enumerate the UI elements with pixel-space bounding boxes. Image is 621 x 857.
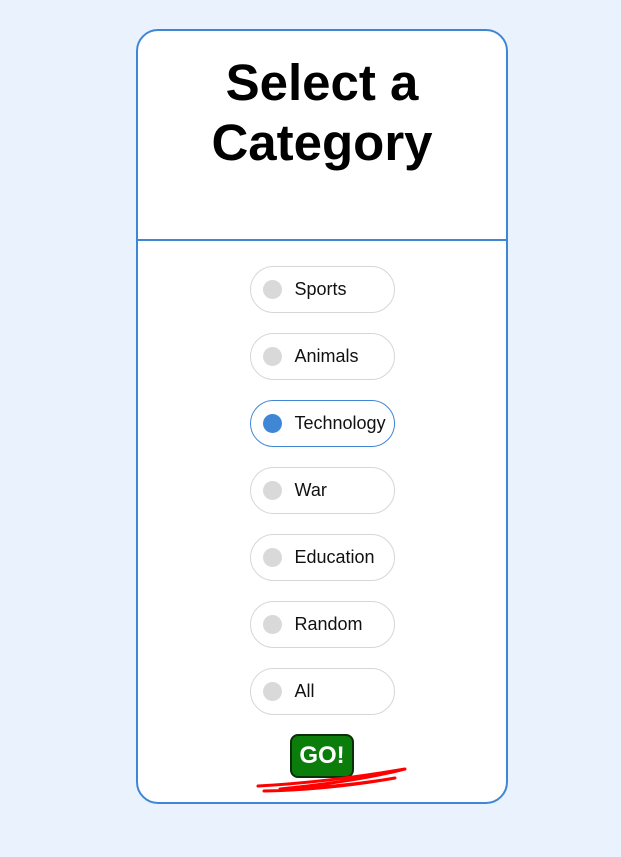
category-options: Sports Animals Technology War Education … <box>138 266 506 715</box>
category-option-animals[interactable]: Animals <box>249 333 395 380</box>
radio-indicator <box>262 414 282 433</box>
go-button[interactable]: GO! <box>290 734 354 778</box>
page-title: Select a Category <box>211 54 433 171</box>
radio-indicator <box>262 682 282 701</box>
category-option-technology[interactable]: Technology <box>249 400 395 447</box>
category-option-war[interactable]: War <box>249 467 395 514</box>
category-label: Technology <box>294 413 386 433</box>
category-option-education[interactable]: Education <box>249 534 395 581</box>
radio-indicator <box>262 347 282 366</box>
category-card: Select a Category Sports Animals Technol… <box>136 29 508 804</box>
category-label: War <box>294 480 327 500</box>
category-label: Sports <box>294 279 347 299</box>
category-option-sports[interactable]: Sports <box>249 266 395 313</box>
category-option-random[interactable]: Random <box>249 601 395 648</box>
category-label: Education <box>294 547 375 567</box>
category-label: Animals <box>294 346 359 366</box>
radio-indicator <box>262 481 282 500</box>
radio-indicator <box>262 548 282 567</box>
category-label: All <box>294 681 315 701</box>
category-option-all[interactable]: All <box>249 668 395 715</box>
radio-indicator <box>262 280 282 299</box>
card-header: Select a Category <box>138 31 506 241</box>
go-button-wrapper: GO! <box>290 734 354 778</box>
radio-indicator <box>262 615 282 634</box>
category-label: Random <box>294 614 363 634</box>
